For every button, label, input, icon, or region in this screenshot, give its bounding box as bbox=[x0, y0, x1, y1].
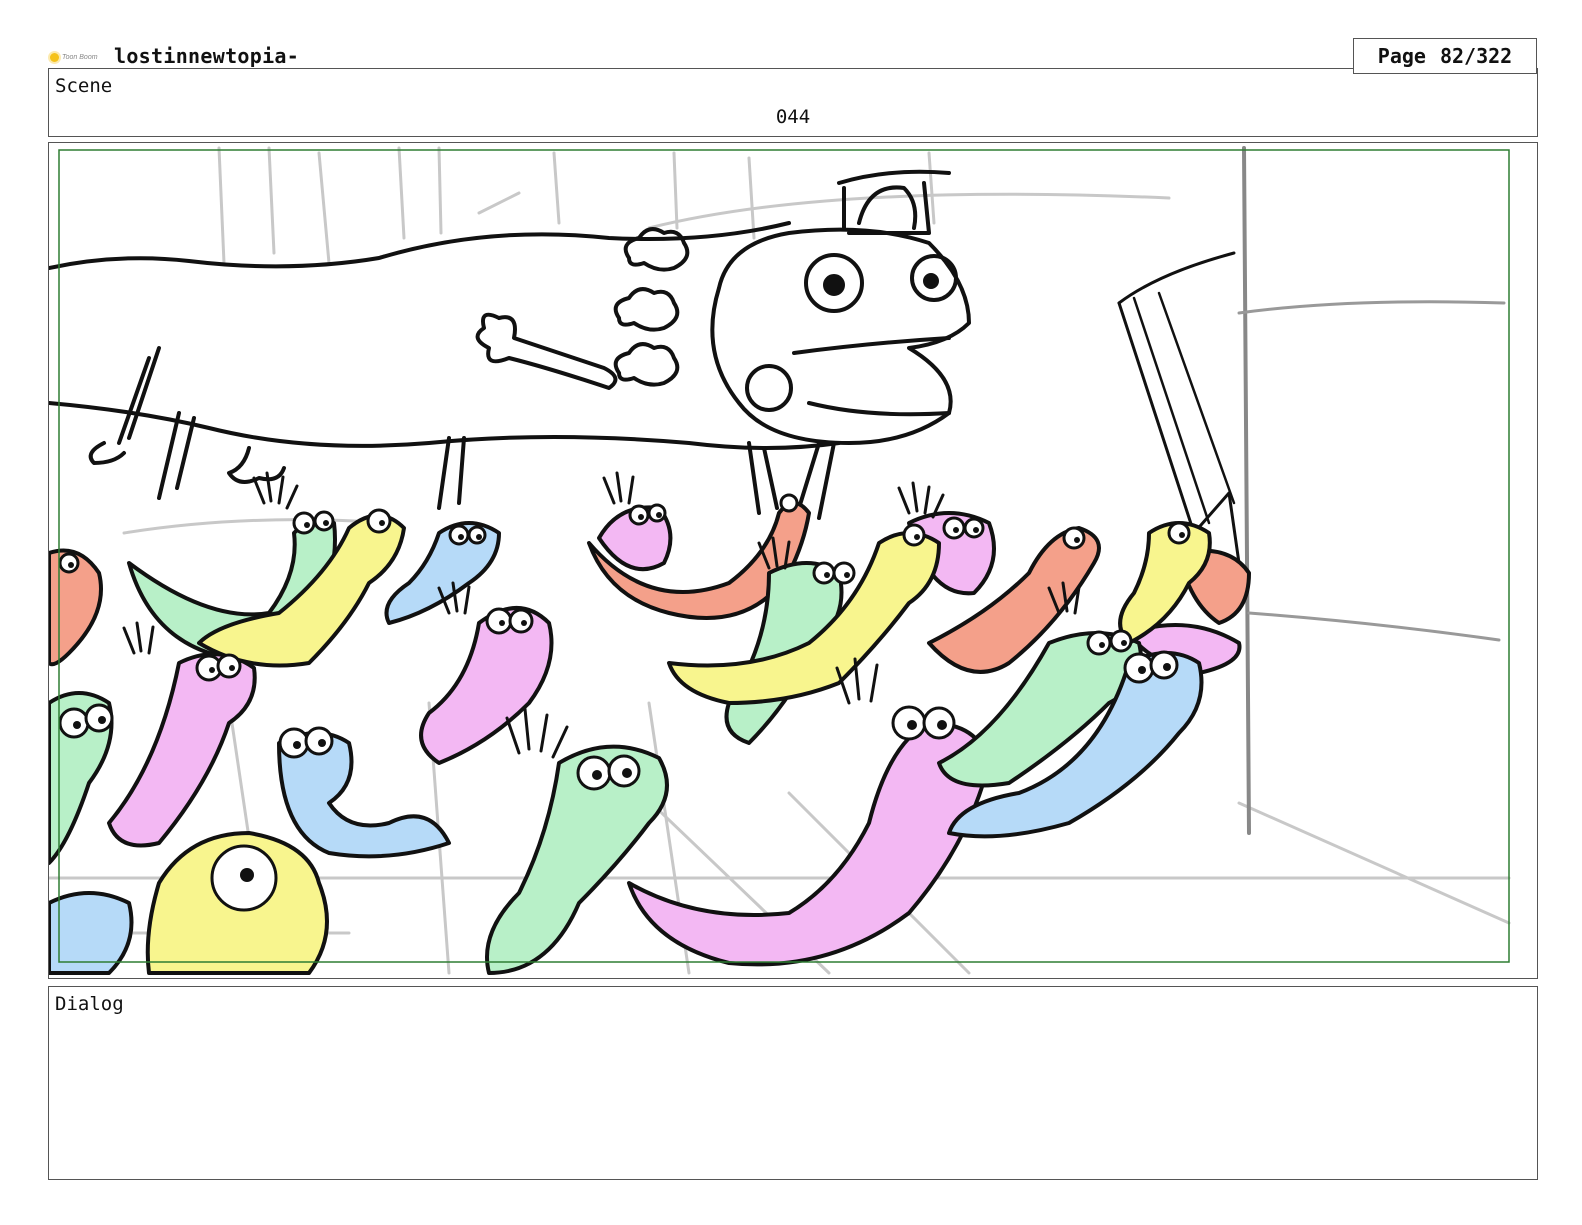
pink-creature bbox=[627, 721, 991, 967]
storyboard-panel[interactable] bbox=[48, 142, 1538, 979]
project-title: lostinnewtopia- bbox=[114, 44, 300, 68]
scene-label: Scene bbox=[55, 75, 113, 97]
dialog-box[interactable]: Dialog bbox=[48, 986, 1538, 1180]
page-indicator: Page 82/322 bbox=[1353, 38, 1537, 74]
blue-creature bbox=[49, 891, 134, 975]
dialog-label: Dialog bbox=[55, 993, 124, 1015]
page-label: Page bbox=[1377, 44, 1426, 68]
scene-number: 044 bbox=[775, 106, 811, 128]
page-number: 82/322 bbox=[1439, 44, 1513, 68]
green-creature bbox=[485, 744, 669, 975]
pink-creature bbox=[107, 652, 257, 848]
monster-body bbox=[49, 169, 971, 520]
toon-boom-logo: Toon Boom bbox=[50, 50, 98, 64]
creature-crowd bbox=[49, 471, 1251, 975]
pink-creature bbox=[419, 606, 554, 765]
logo-text: Toon Boom bbox=[62, 53, 98, 61]
scene-box: Scene 044 bbox=[48, 68, 1538, 137]
sun-icon bbox=[50, 52, 59, 62]
panel-drawing bbox=[49, 146, 1511, 975]
